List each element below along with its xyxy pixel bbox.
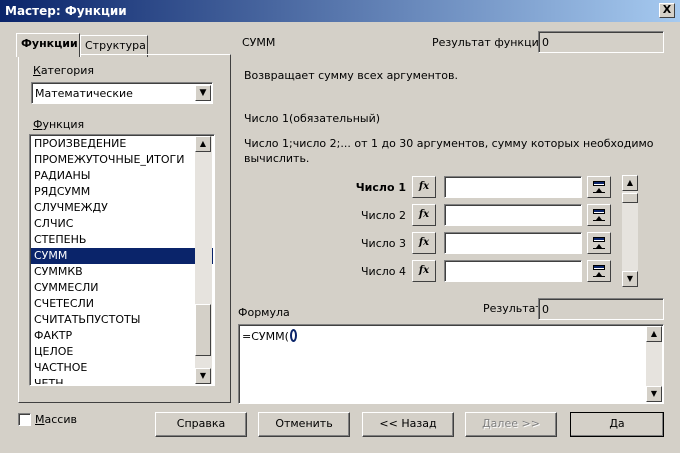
list-item[interactable]: РЯДСУММ bbox=[31, 184, 213, 200]
formula-scrollbar[interactable]: ▲ ▼ bbox=[646, 326, 662, 402]
fx-icon[interactable]: fx bbox=[412, 260, 436, 282]
formula-result-field: 0 bbox=[538, 298, 664, 320]
argument-description-1: Число 1;число 2;... от 1 до 30 аргументо… bbox=[244, 137, 654, 150]
function-result-field: 0 bbox=[538, 31, 664, 53]
formula-editor[interactable]: =СУММ() ▲ ▼ bbox=[238, 324, 664, 404]
list-item[interactable]: СЧЕТЕСЛИ bbox=[31, 296, 213, 312]
shrink-icon[interactable] bbox=[587, 260, 611, 282]
function-result-label: Результат функции bbox=[432, 36, 546, 49]
function-result-value: 0 bbox=[542, 36, 549, 49]
scroll-down-icon[interactable]: ▼ bbox=[646, 386, 662, 402]
arg-label-3: Число 3 bbox=[361, 237, 406, 250]
list-item[interactable]: СЛУЧМЕЖДУ bbox=[31, 200, 213, 216]
list-item[interactable]: ЧАСТНОЕ bbox=[31, 360, 213, 376]
formula-result-label: Результат bbox=[483, 302, 542, 315]
list-item[interactable]: СЧИТАТЬПУСТОТЫ bbox=[31, 312, 213, 328]
formula-text: =СУММ( bbox=[242, 330, 289, 343]
arg-input-3[interactable] bbox=[444, 232, 582, 254]
function-name: СУММ bbox=[242, 36, 276, 49]
shrink-icon[interactable] bbox=[587, 176, 611, 198]
cancel-button[interactable]: Отменить bbox=[258, 412, 350, 437]
chevron-down-icon[interactable]: ▼ bbox=[195, 85, 211, 101]
list-item[interactable]: ПРОМЕЖУТОЧНЫЕ_ИТОГИ bbox=[31, 152, 213, 168]
list-item[interactable]: СУММКВ bbox=[31, 264, 213, 280]
function-wizard-dialog: Мастер: Функции X Функции Структура Кате… bbox=[0, 0, 680, 453]
scroll-down-icon[interactable]: ▼ bbox=[195, 368, 211, 384]
scroll-down-icon[interactable]: ▼ bbox=[622, 271, 638, 287]
next-button[interactable]: Далее >> bbox=[465, 412, 557, 437]
scroll-thumb[interactable] bbox=[195, 304, 211, 356]
back-button[interactable]: << Назад bbox=[362, 412, 454, 437]
function-description: Возвращает сумму всех аргументов. bbox=[244, 69, 458, 82]
list-item[interactable]: СУММЕСЛИ bbox=[31, 280, 213, 296]
arg-label-2: Число 2 bbox=[361, 209, 406, 222]
list-item-selected[interactable]: СУММ bbox=[31, 248, 213, 264]
arg-input-4[interactable] bbox=[444, 260, 582, 282]
function-label: Функция bbox=[33, 118, 85, 131]
function-list[interactable]: ПРОИЗВЕДЕНИЕ ПРОМЕЖУТОЧНЫЕ_ИТОГИ РАДИАНЫ… bbox=[31, 136, 213, 384]
list-item[interactable]: СТЕПЕНЬ bbox=[31, 232, 213, 248]
paren-cursor: ) bbox=[289, 329, 297, 342]
args-scrollbar[interactable]: ▲ ▼ bbox=[622, 175, 638, 287]
scroll-up-icon[interactable]: ▲ bbox=[646, 326, 662, 342]
scroll-up-icon[interactable]: ▲ bbox=[195, 136, 211, 152]
ok-button[interactable]: Да bbox=[570, 412, 664, 437]
array-label: Массив bbox=[35, 413, 77, 426]
category-label: Категория bbox=[33, 64, 94, 77]
list-item[interactable]: ФАКТР bbox=[31, 328, 213, 344]
close-button[interactable]: X bbox=[659, 3, 675, 18]
formula-label: Формула bbox=[238, 306, 290, 319]
fx-icon[interactable]: fx bbox=[412, 204, 436, 226]
list-item[interactable]: ПРОИЗВЕДЕНИЕ bbox=[31, 136, 213, 152]
category-value: Математические bbox=[35, 87, 133, 100]
window-title: Мастер: Функции bbox=[5, 4, 127, 18]
fx-icon[interactable]: fx bbox=[412, 232, 436, 254]
list-item[interactable]: СЛЧИС bbox=[31, 216, 213, 232]
list-item[interactable]: ЧЕТН bbox=[31, 376, 213, 384]
scroll-up-icon[interactable]: ▲ bbox=[622, 175, 638, 191]
argument-description-2: вычислить. bbox=[244, 152, 310, 165]
list-item[interactable]: ЦЕЛОЕ bbox=[31, 344, 213, 360]
list-item[interactable]: РАДИАНЫ bbox=[31, 168, 213, 184]
array-checkbox[interactable] bbox=[18, 413, 31, 426]
category-select[interactable]: Математические ▼ bbox=[31, 82, 213, 104]
scroll-thumb[interactable] bbox=[622, 193, 638, 203]
arg-input-2[interactable] bbox=[444, 204, 582, 226]
arg-label-1: Число 1 bbox=[355, 181, 406, 194]
help-button[interactable]: Справка bbox=[155, 412, 247, 437]
shrink-icon[interactable] bbox=[587, 204, 611, 226]
formula-result-value: 0 bbox=[542, 303, 549, 316]
title-bar: Мастер: Функции X bbox=[0, 0, 680, 22]
shrink-icon[interactable] bbox=[587, 232, 611, 254]
arg-input-1[interactable] bbox=[444, 176, 582, 198]
argument-title: Число 1(обязательный) bbox=[244, 112, 381, 125]
function-list-scrollbar[interactable]: ▲ ▼ bbox=[195, 136, 212, 384]
arg-label-4: Число 4 bbox=[361, 265, 406, 278]
fx-icon[interactable]: fx bbox=[412, 176, 436, 198]
tab-functions[interactable]: Функции bbox=[16, 33, 80, 57]
